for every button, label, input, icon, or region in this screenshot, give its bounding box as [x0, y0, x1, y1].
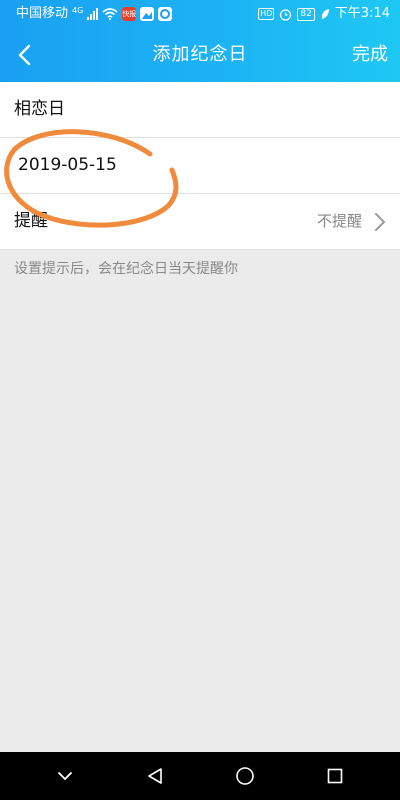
- signal-icon: [87, 8, 99, 20]
- remind-value: 不提醒: [316, 212, 362, 230]
- collapse-button[interactable]: [45, 756, 85, 796]
- header: 中国移动 4G 快报 HD 82 下午3:14 添加纪念日 完成: [0, 0, 400, 82]
- nav-bar: 添加纪念日 完成: [0, 28, 400, 82]
- system-navigation-bar: [0, 752, 400, 800]
- gallery-app-icon: [140, 7, 155, 21]
- status-bar: 中国移动 4G 快报 HD 82 下午3:14: [0, 0, 400, 28]
- hd-badge: HD: [258, 8, 275, 20]
- home-icon: [236, 767, 254, 785]
- news-app-icon: 快报: [122, 7, 137, 21]
- collapse-icon: [58, 772, 72, 781]
- clock: 下午3:14: [334, 6, 390, 21]
- chevron-right-icon: [375, 213, 385, 231]
- home-button[interactable]: [225, 756, 265, 796]
- status-right: HD 82 下午3:14: [258, 0, 390, 28]
- page-title: 添加纪念日: [152, 44, 248, 65]
- done-button[interactable]: 完成: [352, 28, 388, 82]
- leaf-icon: [321, 9, 329, 19]
- hint-text: 设置提示后，会在纪念日当天提醒你: [14, 261, 238, 277]
- recents-icon: [327, 768, 343, 784]
- battery-indicator: 82: [297, 7, 315, 21]
- recents-button[interactable]: [315, 756, 355, 796]
- network-type: 4G: [72, 6, 84, 15]
- alarm-icon: [280, 8, 292, 21]
- status-left: 中国移动 4G 快报: [16, 0, 173, 28]
- system-back-button[interactable]: [135, 756, 175, 796]
- carrier-label: 中国移动: [16, 6, 69, 21]
- hand-drawn-circle-annotation: [4, 129, 179, 228]
- back-icon: [148, 768, 162, 784]
- wifi-icon: [102, 8, 118, 20]
- browser-app-icon: [158, 7, 173, 21]
